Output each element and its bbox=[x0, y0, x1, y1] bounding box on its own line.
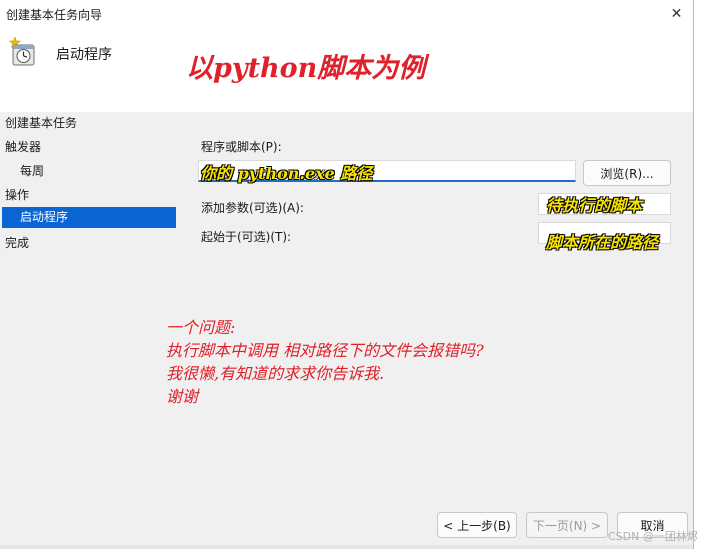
annotation-title: 以python脚本为例 bbox=[186, 53, 426, 84]
annotation-program-path: 你的 python.exe 路径 bbox=[200, 164, 373, 183]
task-scheduler-clock-icon bbox=[8, 36, 35, 66]
question-line: 执行脚本中调用 相对路径下的文件会报错吗? bbox=[166, 341, 484, 360]
annotation-script-arg: 待执行的脚本 bbox=[546, 196, 643, 215]
step-start-program: 启动程序 bbox=[2, 207, 176, 228]
wizard-window: 创建基本任务向导 ✕ 启动程序 以python脚本为例 创建基本任务 触发器 每… bbox=[0, 0, 694, 549]
program-label: 程序或脚本(P): bbox=[201, 140, 282, 154]
question-line: 谢谢 bbox=[166, 387, 199, 406]
annotation-script-dir: 脚本所在的路径 bbox=[546, 233, 659, 252]
browse-button[interactable]: 浏览(R)... bbox=[583, 160, 671, 186]
step-create-basic-task: 创建基本任务 bbox=[5, 116, 78, 130]
question-line: 一个问题: bbox=[166, 318, 236, 337]
page-title: 启动程序 bbox=[56, 47, 112, 63]
step-weekly: 每周 bbox=[20, 164, 45, 178]
step-finish: 完成 bbox=[5, 236, 30, 250]
annotation-question: 一个问题: 执行脚本中调用 相对路径下的文件会报错吗? 我很懒,有知道的求求你告… bbox=[166, 316, 484, 408]
start-in-label: 起始于(可选)(T): bbox=[201, 230, 292, 244]
watermark: CSDN @一团林烬 bbox=[608, 530, 698, 543]
args-label: 添加参数(可选)(A): bbox=[201, 201, 304, 215]
wizard-steps: 创建基本任务 触发器 每周 操作 启动程序 完成 bbox=[0, 112, 180, 412]
bottom-edge bbox=[0, 545, 693, 549]
next-button[interactable]: 下一页(N) > bbox=[526, 512, 608, 538]
wizard-header: 启动程序 以python脚本为例 bbox=[0, 28, 693, 112]
close-icon[interactable]: ✕ bbox=[660, 0, 693, 28]
title-bar: 创建基本任务向导 ✕ bbox=[0, 0, 693, 28]
question-line: 我很懒,有知道的求求你告诉我. bbox=[166, 364, 385, 383]
step-action: 操作 bbox=[5, 188, 30, 202]
step-trigger: 触发器 bbox=[5, 140, 42, 154]
window-title: 创建基本任务向导 bbox=[6, 8, 103, 22]
back-button[interactable]: < 上一步(B) bbox=[437, 512, 517, 538]
